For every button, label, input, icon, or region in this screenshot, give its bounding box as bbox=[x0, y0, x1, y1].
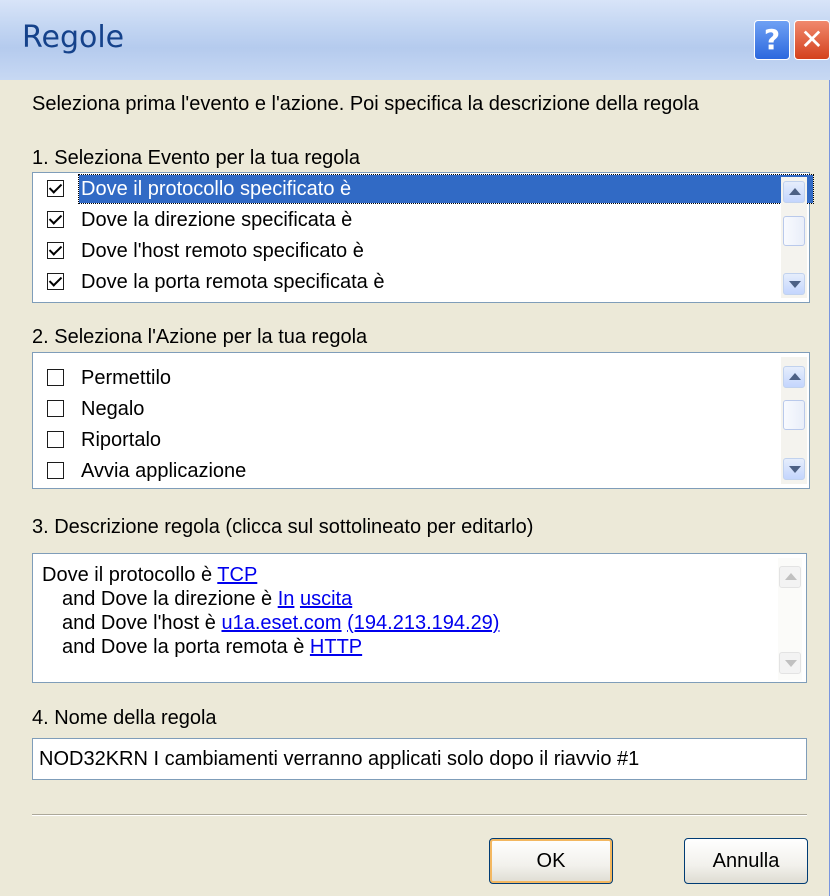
event-item-direction[interactable]: Dove la direzione specificata è bbox=[41, 206, 781, 234]
description-scrollbar bbox=[778, 558, 802, 680]
description-line-protocol: Dove il protocollo è TCP bbox=[42, 563, 257, 587]
description-line-host: and Dove l'host è u1a.eset.com (194.213.… bbox=[62, 611, 499, 635]
rule-name-input[interactable]: NOD32KRN I cambiamenti verranno applicat… bbox=[32, 738, 807, 780]
action-scrollbar[interactable] bbox=[781, 357, 807, 484]
host-ip-link[interactable]: (194.213.194.29) bbox=[347, 612, 499, 634]
scroll-down-button[interactable] bbox=[783, 273, 805, 295]
description-text: and Dove la porta remota è bbox=[62, 636, 310, 658]
action-item-deny[interactable]: Negalo bbox=[41, 395, 781, 423]
scroll-up-button[interactable] bbox=[783, 366, 805, 388]
close-icon: ✕ bbox=[800, 23, 824, 56]
arrow-up-icon bbox=[789, 188, 801, 195]
close-button[interactable]: ✕ bbox=[794, 20, 830, 60]
port-link[interactable]: HTTP bbox=[310, 636, 362, 658]
window-title: Regole bbox=[22, 20, 125, 55]
action-item-launch-app[interactable]: Avvia applicazione bbox=[41, 457, 781, 485]
event-scrollbar[interactable] bbox=[781, 177, 807, 298]
arrow-down-icon bbox=[789, 466, 801, 473]
event-item-label: Dove il protocollo specificato è bbox=[81, 178, 352, 200]
action-item-report[interactable]: Riportalo bbox=[41, 426, 781, 454]
action-checkbox-allow[interactable] bbox=[47, 369, 64, 386]
instructions-text: Seleziona prima l'evento e l'azione. Poi… bbox=[32, 93, 699, 115]
action-checkbox-launch-app[interactable] bbox=[47, 462, 64, 479]
action-item-allow[interactable]: Permettilo bbox=[41, 364, 781, 392]
event-checkbox-protocol[interactable] bbox=[47, 180, 64, 197]
host-link[interactable]: u1a.eset.com bbox=[221, 612, 341, 634]
description-text: and Dove la direzione è bbox=[62, 588, 278, 610]
description-line-port: and Dove la porta remota è HTTP bbox=[62, 635, 362, 659]
description-line-direction: and Dove la direzione è In uscita bbox=[62, 587, 352, 611]
section3-label: 3. Descrizione regola (clicca sul sottol… bbox=[32, 516, 534, 538]
action-item-label: Riportalo bbox=[81, 429, 162, 451]
description-text: Dove il protocollo è bbox=[42, 564, 218, 586]
help-button[interactable]: ? bbox=[754, 20, 790, 60]
divider bbox=[32, 814, 807, 816]
event-checkbox-direction[interactable] bbox=[47, 211, 64, 228]
event-item-remote-host[interactable]: Dove l'host remoto specificato è bbox=[41, 237, 781, 265]
help-icon: ? bbox=[763, 23, 781, 56]
title-bar[interactable]: Regole ? ✕ bbox=[0, 0, 830, 80]
section2-label: 2. Seleziona l'Azione per la tua regola bbox=[32, 326, 368, 348]
event-checkbox-remote-port[interactable] bbox=[47, 273, 64, 290]
selection-highlight: Dove il protocollo specificato è bbox=[78, 174, 814, 204]
scroll-thumb[interactable] bbox=[783, 216, 805, 246]
scroll-up-button bbox=[779, 566, 801, 588]
scroll-thumb[interactable] bbox=[783, 400, 805, 430]
rules-dialog: Regole ? ✕ Seleziona prima l'evento e l'… bbox=[0, 0, 830, 896]
direction-in-link[interactable]: In bbox=[278, 588, 295, 610]
action-item-label: Negalo bbox=[81, 398, 145, 420]
direction-out-link[interactable]: uscita bbox=[300, 588, 352, 610]
event-item-label: Dove la direzione specificata è bbox=[81, 209, 353, 231]
section1-label: 1. Seleziona Evento per la tua regola bbox=[32, 147, 360, 169]
action-item-label: Permettilo bbox=[81, 367, 172, 389]
event-item-label: Dove la porta remota specificata è bbox=[81, 271, 385, 293]
scroll-up-button[interactable] bbox=[783, 181, 805, 203]
arrow-up-icon bbox=[785, 573, 797, 580]
event-item-label: Dove l'host remoto specificato è bbox=[81, 240, 364, 262]
scroll-down-button bbox=[779, 652, 801, 674]
scroll-down-button[interactable] bbox=[783, 458, 805, 480]
arrow-up-icon bbox=[789, 373, 801, 380]
arrow-down-icon bbox=[789, 281, 801, 288]
ok-button[interactable]: OK bbox=[489, 838, 613, 884]
rule-description-box: Dove il protocollo è TCP and Dove la dir… bbox=[32, 553, 807, 683]
action-listbox[interactable]: Permettilo Negalo Riportalo Avvia applic… bbox=[32, 352, 810, 489]
arrow-down-icon bbox=[785, 660, 797, 667]
action-item-label: Avvia applicazione bbox=[81, 460, 247, 482]
event-item-remote-port[interactable]: Dove la porta remota specificata è bbox=[41, 268, 781, 296]
event-listbox[interactable]: Dove il protocollo specificato è Dove la… bbox=[32, 172, 814, 303]
section4-label: 4. Nome della regola bbox=[32, 707, 217, 729]
action-checkbox-report[interactable] bbox=[47, 431, 64, 448]
description-text: and Dove l'host è bbox=[62, 612, 222, 634]
action-checkbox-deny[interactable] bbox=[47, 400, 64, 417]
event-item-protocol[interactable]: Dove il protocollo specificato è bbox=[41, 174, 814, 204]
protocol-link[interactable]: TCP bbox=[217, 564, 257, 586]
event-checkbox-remote-host[interactable] bbox=[47, 242, 64, 259]
cancel-button[interactable]: Annulla bbox=[684, 838, 808, 884]
